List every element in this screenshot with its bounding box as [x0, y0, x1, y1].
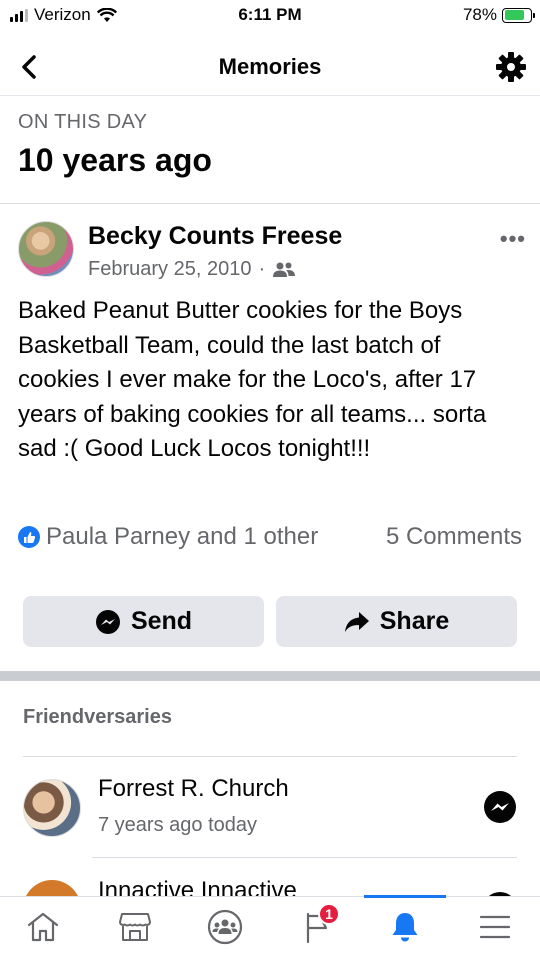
- battery-icon: [502, 7, 535, 23]
- send-button[interactable]: Send: [23, 596, 264, 647]
- top-header: Memories: [0, 40, 540, 96]
- messenger-icon: [95, 609, 120, 634]
- tab-marketplace[interactable]: [112, 907, 158, 947]
- years-ago-heading: 10 years ago: [18, 142, 212, 178]
- divider: [0, 203, 540, 204]
- tab-home[interactable]: [20, 907, 66, 947]
- share-button[interactable]: Share: [276, 596, 517, 647]
- bottom-tab-bar: 1: [0, 895, 540, 960]
- tab-menu[interactable]: [472, 907, 518, 947]
- like-icon: [18, 526, 40, 548]
- gear-icon: [496, 52, 526, 82]
- active-tab-indicator: [364, 895, 446, 898]
- section-divider: [0, 671, 540, 681]
- reactions-text: Paula Parney and 1 other: [46, 523, 319, 550]
- post-more-options-icon[interactable]: •••: [500, 226, 526, 252]
- friend-avatar[interactable]: [23, 779, 81, 837]
- share-label: Share: [379, 607, 450, 635]
- friend-name[interactable]: Forrest R. Church: [98, 775, 289, 803]
- settings-button[interactable]: [494, 50, 528, 84]
- post-meta: February 25, 2010 ·: [88, 258, 296, 281]
- store-icon: [119, 913, 151, 941]
- tab-groups[interactable]: [202, 907, 248, 947]
- send-label: Send: [130, 607, 193, 635]
- status-time: 6:11 PM: [238, 5, 302, 24]
- reactions-summary[interactable]: Paula Parney and 1 other: [18, 523, 318, 551]
- friends-audience-icon: [273, 262, 296, 277]
- status-right: 78%: [462, 5, 535, 25]
- friendversaries-title: Friendversaries: [23, 706, 172, 728]
- status-bar: Verizon 6:11 PM 78%: [0, 0, 540, 32]
- post-text: Baked Peanut Butter cookies for the Boys…: [18, 297, 487, 462]
- page-title: Memories: [218, 54, 322, 79]
- post-date[interactable]: February 25, 2010: [88, 258, 251, 281]
- comments-count[interactable]: 5 Comments: [386, 523, 522, 551]
- groups-icon: [207, 909, 243, 945]
- home-icon: [27, 912, 59, 942]
- notification-badge: 1: [318, 903, 340, 925]
- author-avatar[interactable]: [18, 221, 74, 277]
- bell-icon: [392, 913, 418, 942]
- tab-notifications[interactable]: [382, 907, 428, 947]
- post-author[interactable]: Becky Counts Freese: [88, 222, 342, 251]
- hamburger-menu-icon: [479, 915, 511, 939]
- friend-subtitle: 7 years ago today: [98, 814, 257, 836]
- divider: [92, 857, 517, 858]
- messenger-icon[interactable]: [483, 790, 517, 824]
- tab-pages[interactable]: 1: [294, 903, 340, 947]
- battery-percent: 78%: [462, 5, 497, 24]
- share-arrow-icon: [344, 611, 369, 632]
- meta-separator: ·: [258, 258, 266, 280]
- on-this-day-label: ON THIS DAY: [18, 111, 148, 133]
- divider: [23, 756, 517, 757]
